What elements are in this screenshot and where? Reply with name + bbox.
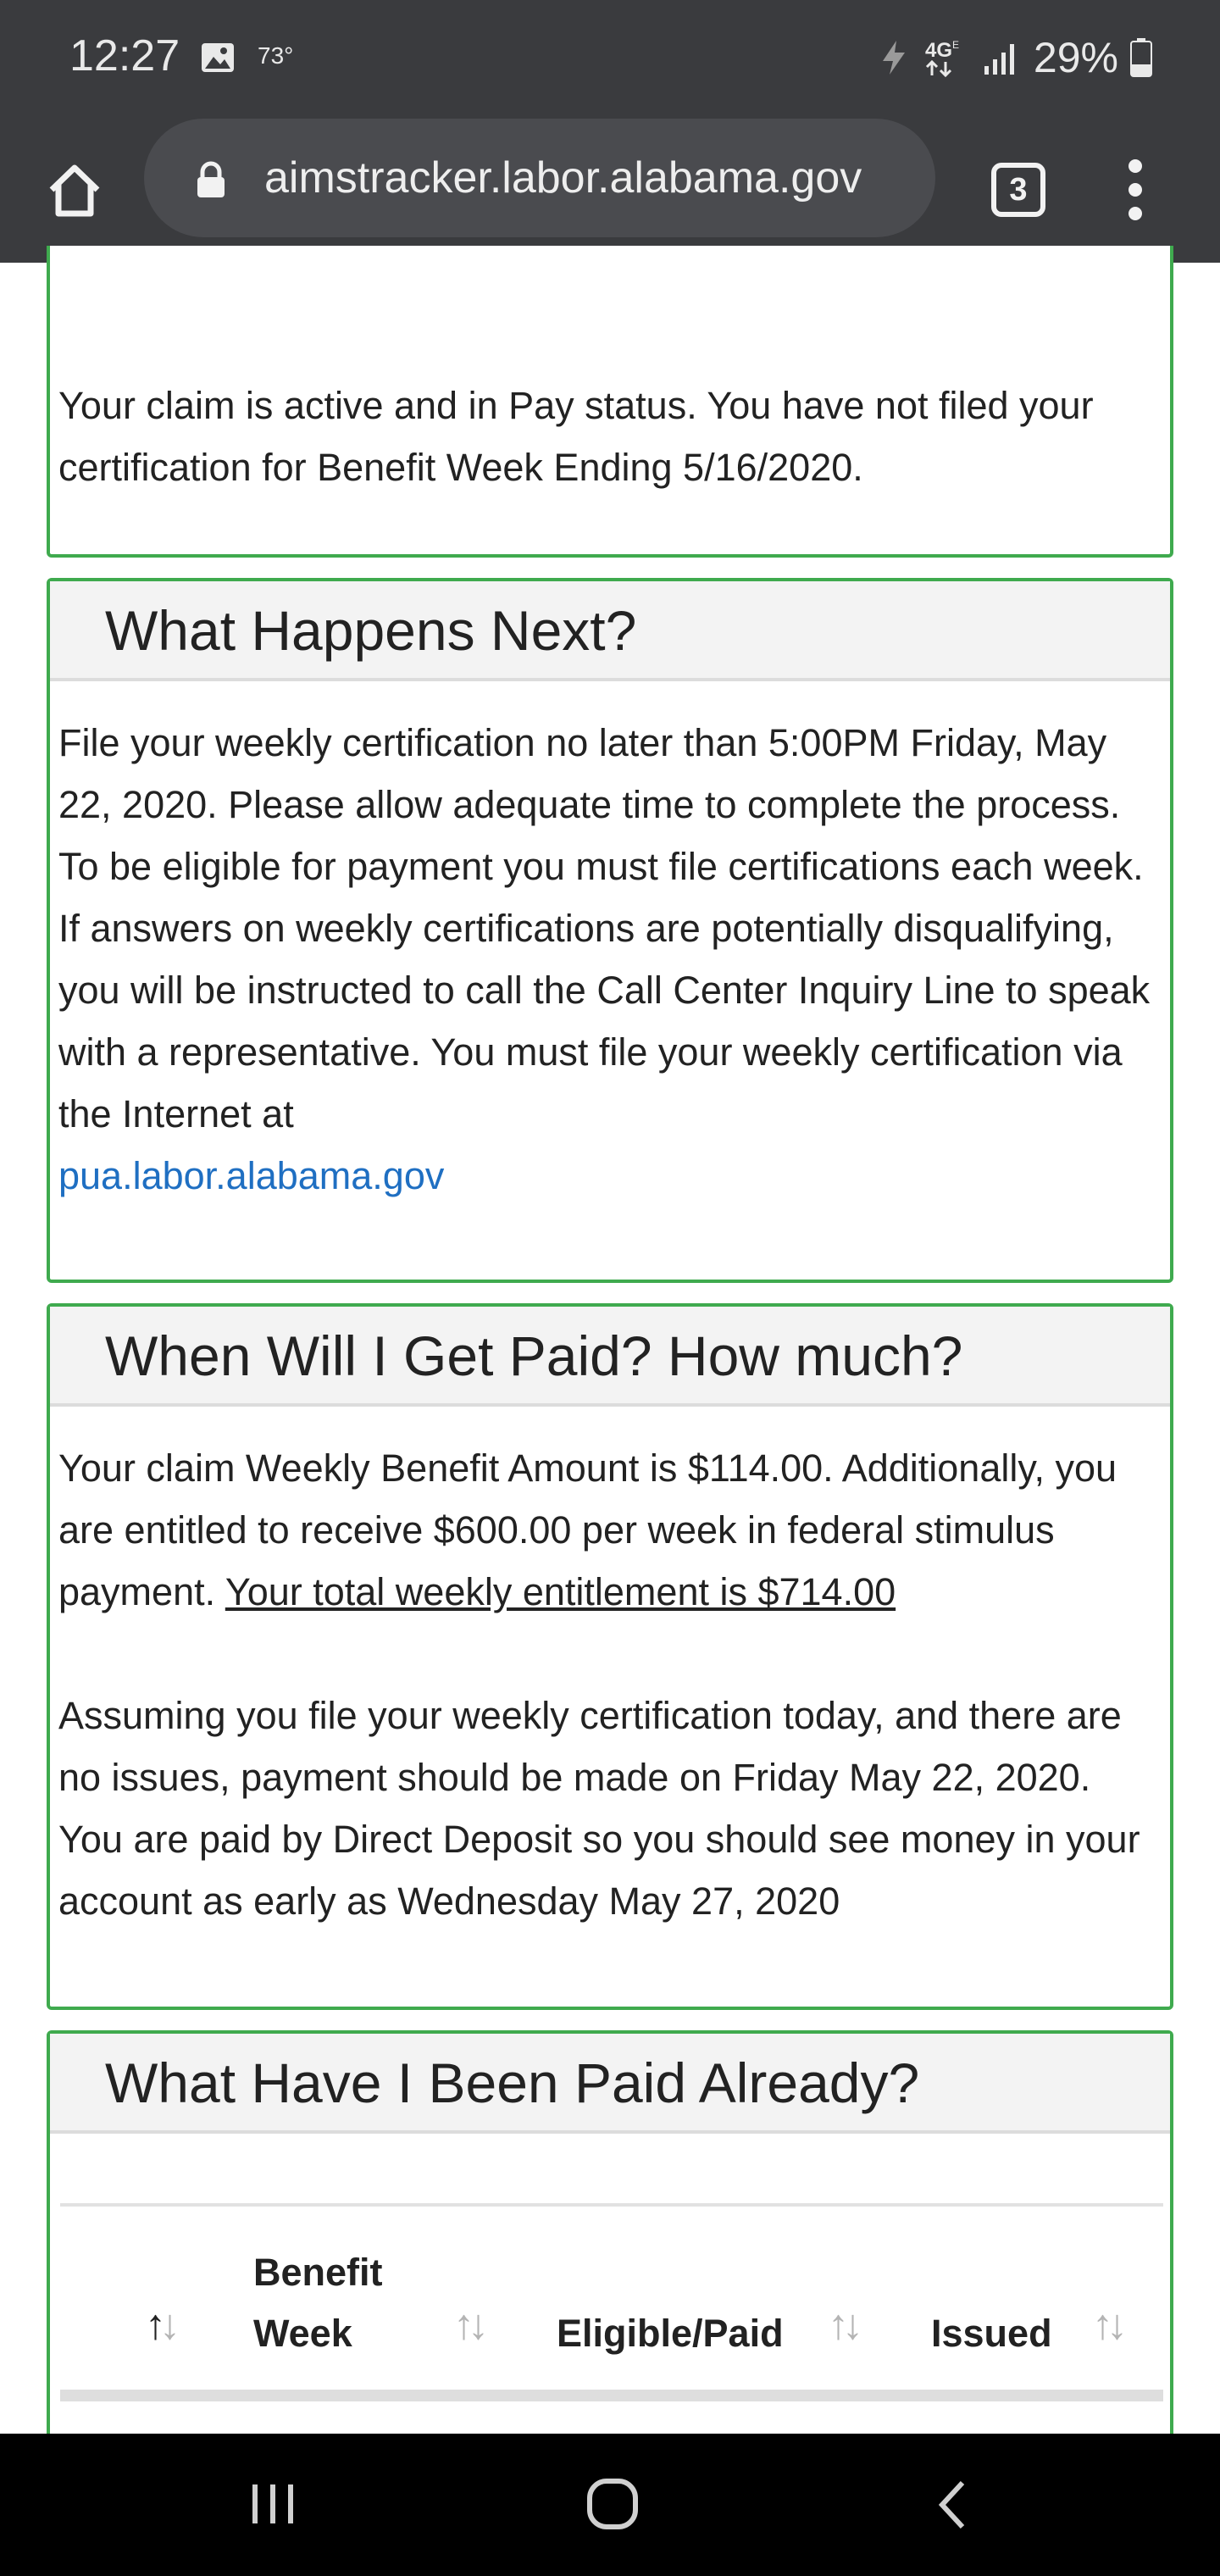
network-4g-icon: 4G E <box>925 39 959 78</box>
what-happens-next-card: What Happens Next? File your weekly cert… <box>47 578 1173 1283</box>
battery-percentage: 29% <box>1033 34 1118 81</box>
home-icon <box>49 164 100 217</box>
card-body: File your weekly certification no later … <box>50 681 1170 1207</box>
address-bar[interactable]: aimstracker.labor.alabama.gov <box>144 119 935 237</box>
table-header-divider <box>60 2390 1163 2401</box>
status-temperature: 73° <box>258 42 294 69</box>
sort-icon-eligible-paid[interactable]: ↑↓ <box>828 2300 863 2349</box>
svg-text:4G: 4G <box>925 39 952 62</box>
url-text[interactable]: aimstracker.labor.alabama.gov <box>264 119 925 237</box>
home-button[interactable] <box>37 153 112 229</box>
image-icon <box>202 43 234 72</box>
column-header-eligible-paid[interactable]: Eligible/Paid <box>557 2303 784 2364</box>
recents-icon[interactable] <box>249 2483 297 2525</box>
card-title: When Will I Get Paid? How much? <box>50 1307 1170 1407</box>
pua-link[interactable]: pua.labor.alabama.gov <box>58 1154 444 1197</box>
tabs-button[interactable]: 3 <box>991 163 1045 217</box>
column-header-benefit-week[interactable]: Benefit Week <box>253 2242 423 2364</box>
column-header-issued[interactable]: Issued <box>931 2303 1052 2364</box>
signal-icon <box>984 44 1014 75</box>
lock-icon <box>197 161 225 197</box>
next-steps-text: File your weekly certification no later … <box>58 721 1151 1135</box>
svg-text:E: E <box>952 39 959 51</box>
battery-icon <box>1130 38 1152 77</box>
browser-toolbar: aimstracker.labor.alabama.gov 3 <box>0 119 1220 263</box>
sort-icon-col1[interactable]: ↑↓ <box>145 2300 180 2349</box>
status-time: 12:27 <box>69 31 180 80</box>
back-icon[interactable] <box>935 2479 969 2530</box>
navigation-bar <box>0 2434 1220 2576</box>
claim-status-card: Your claim is active and in Pay status. … <box>47 246 1173 558</box>
more-vert-icon[interactable] <box>1118 153 1152 229</box>
table-divider <box>60 2203 1163 2207</box>
card-body: Your claim Weekly Benefit Amount is $114… <box>50 1407 1170 1932</box>
card-title: What Happens Next? <box>50 581 1170 681</box>
sort-icon-benefit-week[interactable]: ↑↓ <box>453 2300 489 2349</box>
payment-info-card: When Will I Get Paid? How much? Your cla… <box>47 1303 1173 2010</box>
sort-icon-issued[interactable]: ↑↓ <box>1092 2300 1128 2349</box>
home-circle-icon[interactable] <box>586 2478 639 2530</box>
status-bar: 12:27 73° 4G E 29% <box>0 0 1220 119</box>
bolt-icon <box>882 41 905 75</box>
payment-history-card: What Have I Been Paid Already? ↑↓ Benefi… <box>47 2030 1173 2471</box>
card-title: What Have I Been Paid Already? <box>50 2034 1170 2134</box>
total-entitlement-text: Your total weekly entitlement is $714.00 <box>225 1570 896 1613</box>
payment-timing-text: Assuming you file your weekly certificat… <box>58 1694 1140 1923</box>
claim-status-text: Your claim is active and in Pay status. … <box>58 384 1094 489</box>
